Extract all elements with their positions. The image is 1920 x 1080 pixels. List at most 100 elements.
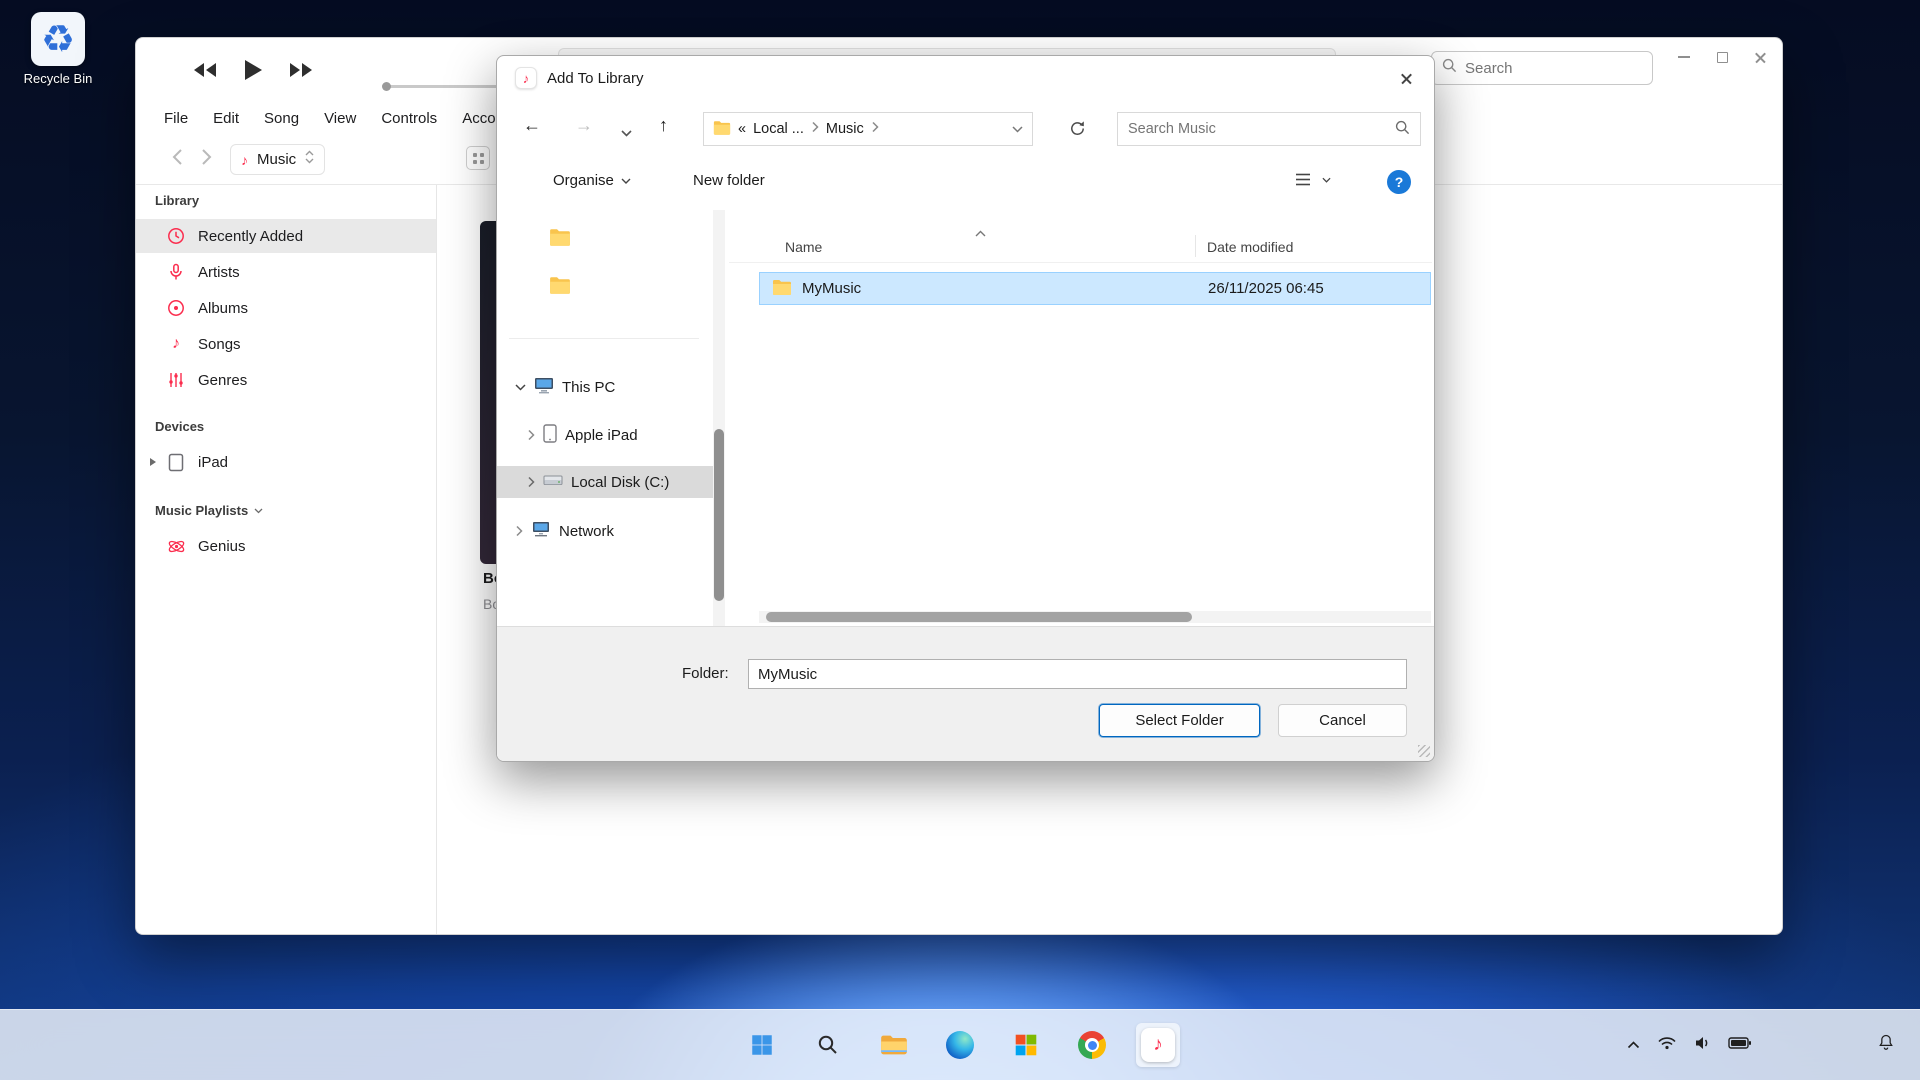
dialog-close-icon[interactable]	[1386, 62, 1426, 94]
sidebar-item-recently-added[interactable]: Recently Added	[136, 219, 436, 253]
select-folder-button[interactable]: Select Folder	[1099, 704, 1260, 737]
sidebar-item-genius[interactable]: Genius	[136, 529, 436, 563]
devices-header: Devices	[155, 419, 204, 434]
chevron-right-icon[interactable]	[527, 476, 535, 488]
back-chevron-icon[interactable]	[172, 148, 183, 171]
play-button[interactable]	[242, 58, 264, 87]
ipad-icon	[166, 452, 186, 472]
tree-folder-icon[interactable]	[549, 276, 571, 298]
chevron-right-icon[interactable]	[871, 121, 879, 137]
app-search-input[interactable]	[1465, 60, 1664, 77]
folder-name-input[interactable]	[748, 659, 1407, 689]
file-row-selected[interactable]: MyMusic 26/11/2025 06:45	[759, 272, 1431, 305]
new-folder-button[interactable]: New folder	[693, 172, 765, 189]
view-options-icon[interactable]	[1295, 172, 1331, 187]
minimize-icon[interactable]	[1675, 48, 1693, 66]
dialog-bottom-bar: Folder: Select Folder Cancel	[497, 626, 1434, 761]
chevron-right-icon[interactable]	[527, 429, 535, 441]
breadcrumb-item[interactable]: Local ...	[753, 121, 804, 137]
volume-slider[interactable]	[384, 85, 500, 88]
system-tray	[1627, 1010, 1752, 1080]
search-icon[interactable]	[1395, 120, 1410, 139]
menu-controls[interactable]: Controls	[381, 110, 437, 127]
resize-grip[interactable]	[1418, 745, 1430, 757]
folder-tree-pane: This PC Apple iPad Local Disk (C:) Netwo…	[497, 210, 713, 626]
tree-item-local-disk-c[interactable]: Local Disk (C:)	[497, 466, 713, 498]
miniplayer-icon[interactable]	[466, 146, 490, 170]
up-arrow-icon[interactable]: ↑	[659, 116, 668, 134]
folder-icon	[713, 120, 731, 139]
breadcrumb-overflow[interactable]: «	[738, 121, 746, 137]
sidebar-item-albums[interactable]: Albums	[136, 291, 436, 325]
sort-ascending-icon[interactable]	[975, 230, 986, 237]
sidebar-item-label: Albums	[198, 300, 248, 317]
maximize-icon[interactable]	[1713, 48, 1731, 66]
start-icon[interactable]	[740, 1023, 784, 1067]
horizontal-scrollbar-thumb[interactable]	[766, 612, 1192, 622]
column-date-modified[interactable]: Date modified	[1207, 239, 1293, 255]
dialog-search-input[interactable]	[1128, 121, 1395, 137]
battery-icon[interactable]	[1728, 1035, 1752, 1056]
chevron-down-icon[interactable]	[1012, 121, 1023, 137]
recent-locations-chevron-icon[interactable]	[621, 122, 632, 140]
equalizer-icon	[166, 370, 186, 390]
file-date-modified: 26/11/2025 06:45	[1208, 280, 1324, 297]
horizontal-scrollbar[interactable]	[759, 611, 1431, 623]
menu-file[interactable]: File	[164, 110, 188, 127]
tree-scrollbar[interactable]	[713, 210, 725, 626]
tree-item-label: This PC	[562, 379, 615, 396]
sidebar-item-genres[interactable]: Genres	[136, 363, 436, 397]
library-selector[interactable]: ♪ Music	[230, 144, 325, 175]
file-explorer-icon[interactable]	[872, 1023, 916, 1067]
volume-icon[interactable]	[1694, 1035, 1711, 1056]
close-icon[interactable]	[1751, 48, 1769, 66]
expand-triangle-icon[interactable]	[150, 458, 156, 466]
taskbar-search-icon[interactable]	[806, 1023, 850, 1067]
tree-item-this-pc[interactable]: This PC	[497, 371, 713, 403]
dialog-search-box[interactable]	[1117, 112, 1421, 146]
menu-edit[interactable]: Edit	[213, 110, 239, 127]
organise-menu[interactable]: Organise	[553, 172, 631, 189]
cancel-button[interactable]: Cancel	[1278, 704, 1407, 737]
sidebar-item-label: Genres	[198, 372, 247, 389]
column-headers: Name Date modified	[729, 229, 1432, 263]
forward-arrow-icon[interactable]: →	[575, 116, 593, 134]
folder-field-label: Folder:	[682, 665, 729, 682]
chevron-right-icon[interactable]	[811, 121, 819, 137]
chevron-right-icon[interactable]	[515, 525, 523, 537]
chevron-down-icon[interactable]	[515, 384, 526, 391]
tree-folder-icon[interactable]	[549, 228, 571, 250]
rewind-button[interactable]	[192, 61, 218, 84]
menu-view[interactable]: View	[324, 110, 356, 127]
chevron-down-icon[interactable]	[254, 508, 263, 514]
dialog-nav-toolbar: ← → ↑ « Local ... Music	[497, 100, 1434, 158]
breadcrumb[interactable]: « Local ... Music	[703, 112, 1033, 146]
tree-scrollbar-thumb[interactable]	[714, 429, 724, 601]
column-divider[interactable]	[1195, 235, 1196, 257]
tree-item-network[interactable]: Network	[497, 515, 713, 547]
menu-song[interactable]: Song	[264, 110, 299, 127]
notification-bell-icon[interactable]	[1876, 1033, 1896, 1058]
wifi-icon[interactable]	[1657, 1035, 1677, 1055]
back-arrow-icon[interactable]: ←	[523, 116, 541, 134]
volume-knob[interactable]	[382, 82, 391, 91]
column-name[interactable]: Name	[785, 239, 822, 255]
forward-chevron-icon[interactable]	[201, 148, 212, 171]
breadcrumb-item[interactable]: Music	[826, 121, 864, 137]
dialog-title-bar: ♪ Add To Library	[497, 56, 1434, 100]
sidebar-item-songs[interactable]: ♪ Songs	[136, 327, 436, 361]
drive-icon	[543, 473, 563, 491]
help-button[interactable]: ?	[1387, 170, 1411, 194]
tree-item-apple-ipad[interactable]: Apple iPad	[497, 419, 713, 451]
app-search-box[interactable]	[1431, 51, 1653, 85]
sidebar-item-artists[interactable]: Artists	[136, 255, 436, 289]
hidden-icons-chevron-icon[interactable]	[1627, 1036, 1640, 1054]
refresh-icon[interactable]	[1069, 120, 1086, 140]
music-app-taskbar-icon[interactable]: ♪	[1136, 1023, 1180, 1067]
sidebar-item-ipad[interactable]: iPad	[136, 445, 436, 479]
microsoft-store-icon[interactable]	[1004, 1023, 1048, 1067]
chrome-icon[interactable]	[1070, 1023, 1114, 1067]
recycle-bin[interactable]: ♻ Recycle Bin	[8, 12, 108, 86]
edge-icon[interactable]	[938, 1023, 982, 1067]
fast-forward-button[interactable]	[288, 61, 314, 84]
